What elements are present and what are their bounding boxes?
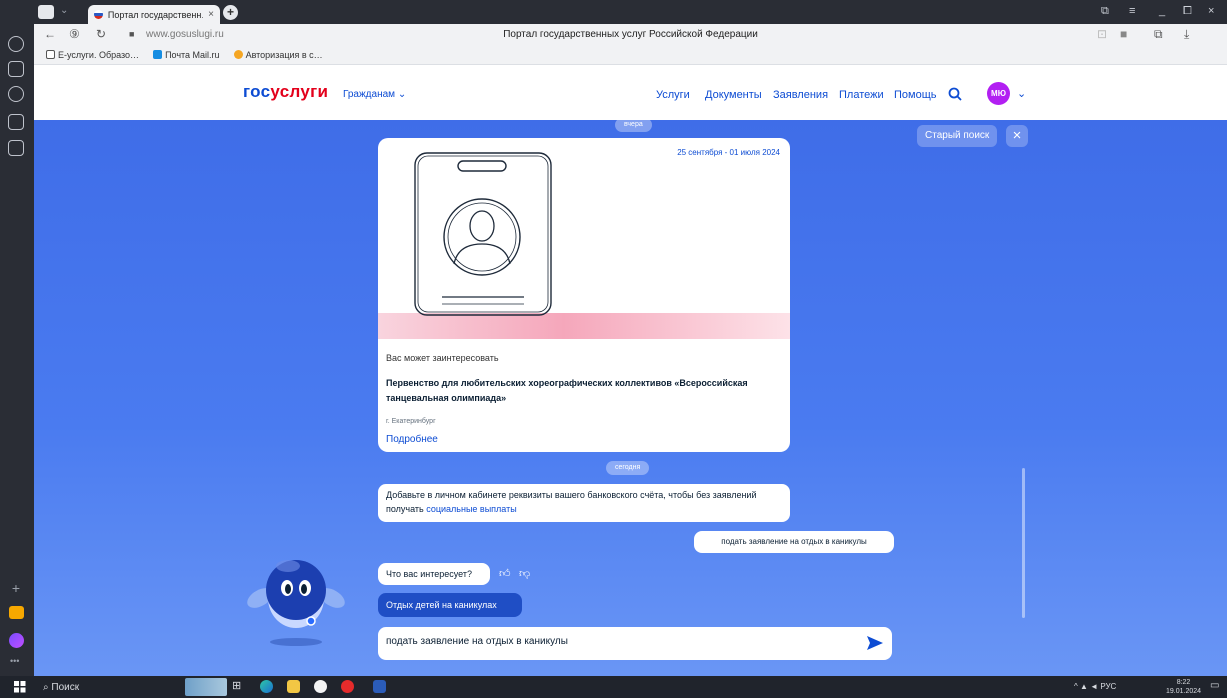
restore-icon[interactable]: ⧠ — [1183, 5, 1192, 18]
chevron-down-icon[interactable]: ⌄ — [1017, 87, 1026, 100]
thumbs-down-icon[interactable]: 👎︎ — [519, 567, 530, 580]
bookmark-item[interactable]: Е-услуги. Образо… — [46, 50, 139, 60]
alice-icon[interactable] — [9, 633, 24, 648]
bot-message-bank: Добавьте в личном кабинете реквизиты ваш… — [378, 484, 790, 522]
page-icon — [46, 50, 55, 59]
bookmark-item[interactable]: Авторизация в с… — [233, 50, 323, 60]
bookmark-item[interactable]: Почта Mail.ru — [153, 50, 220, 60]
close-window-icon[interactable]: × — [1208, 5, 1214, 17]
date-pill-today: сегодня — [606, 461, 650, 475]
tabs-menu-button[interactable] — [38, 5, 54, 19]
browser-sidebar: + ••• — [0, 0, 34, 676]
mail-icon — [153, 50, 163, 59]
avatar[interactable]: МЮ — [987, 82, 1010, 105]
download-icon[interactable]: ⤓ — [1184, 27, 1189, 42]
russia-flag-icon — [94, 10, 103, 19]
url-field[interactable]: www.gosuslugi.ru — [146, 29, 224, 40]
recommendation-card: 25 сентября - 01 июля 2024 Вас может заи… — [378, 138, 790, 452]
bot-question: Что вас интересует? — [378, 563, 490, 585]
network-icon[interactable]: ▲ — [1080, 682, 1088, 691]
send-icon[interactable] — [866, 635, 884, 651]
nav-documents[interactable]: Документы — [705, 89, 762, 101]
date-pill-yesterday: вчера — [615, 118, 652, 132]
card-more-link[interactable]: Подробнее — [386, 434, 438, 445]
minimize-icon[interactable]: _ — [1159, 5, 1165, 17]
mail-app-icon[interactable] — [9, 606, 24, 619]
language-indicator[interactable]: РУС — [1100, 682, 1116, 691]
more-icon[interactable]: ••• — [10, 656, 19, 666]
suggestion-chip[interactable]: Отдых детей на каникулах — [378, 593, 522, 617]
social-payments-link[interactable]: социальные выплаты — [426, 504, 516, 514]
chevron-down-icon: ⌄ — [397, 89, 407, 100]
card-title: Первенство для любительских хореографиче… — [386, 378, 748, 403]
close-chat-button[interactable]: × — [1006, 125, 1028, 147]
notes-icon[interactable] — [8, 114, 24, 130]
nav-services[interactable]: Услуги — [656, 89, 690, 101]
search-icon: ⌕ — [43, 682, 49, 693]
tabs-icon[interactable]: ⧉ — [1101, 5, 1109, 18]
explorer-icon[interactable] — [287, 680, 300, 693]
user-message: подать заявление на отдых в каникулы — [694, 531, 894, 553]
nav-help[interactable]: Помощь — [894, 89, 937, 101]
bookmark-icon[interactable]: ■ — [1120, 27, 1127, 41]
reload-icon[interactable]: ↻ — [96, 27, 106, 41]
word-icon[interactable] — [373, 680, 386, 693]
thumbs-up-icon[interactable]: 👍︎ — [499, 567, 511, 580]
windows-taskbar: ⌕ Поиск ⊞ ^ ▲ ◄ РУС 8:22 19.01.2024 ▭ — [0, 676, 1227, 698]
edge-icon[interactable] — [260, 680, 273, 693]
old-search-button[interactable]: Старый поиск — [917, 125, 998, 147]
address-bar: ← ⑨ ↻ ■ www.gosuslugi.ru Портал государс… — [34, 24, 1227, 45]
history-icon[interactable] — [8, 36, 24, 52]
tab-title: Портал государственн… — [107, 9, 204, 20]
yandex-browser-icon[interactable] — [314, 680, 327, 693]
browser-tab-strip: ⌄ Портал государственн… × + ⧉ ≡ _ ⧠ × — [0, 0, 1227, 24]
auth-icon — [233, 50, 243, 59]
yandex-icon[interactable] — [341, 680, 354, 693]
weather-widget-icon[interactable] — [185, 678, 227, 696]
windows-start-icon[interactable] — [14, 681, 26, 693]
bookmarks-bar: Е-услуги. Образо… Почта Mail.ru Авториза… — [34, 45, 1227, 65]
reader-icon[interactable]: ⊡ — [1097, 27, 1107, 41]
chevron-up-icon[interactable]: ^ — [1074, 682, 1078, 691]
task-view-icon[interactable]: ⊞ — [232, 679, 241, 692]
card-date-range: 25 сентября - 01 июля 2024 — [677, 148, 780, 157]
tab-dropdown-icon[interactable]: ⌄ — [60, 5, 68, 16]
close-tab-icon[interactable]: × — [208, 9, 214, 20]
citizens-menu[interactable]: Гражданам ⌄ — [343, 89, 406, 100]
chat-input[interactable] — [386, 636, 846, 647]
tab-gosuslugi[interactable]: Портал государственн… × — [88, 5, 220, 24]
system-tray: ^ ▲ ◄ РУС — [1074, 682, 1116, 691]
back-icon[interactable]: ← — [44, 27, 56, 41]
chat-area: вчера Старый поиск × 25 сентября - 01 ию… — [34, 118, 1227, 676]
chat-input-box — [378, 627, 892, 660]
robot-assistant-icon — [247, 560, 345, 646]
add-panel-icon[interactable]: + — [10, 581, 22, 595]
volume-icon[interactable]: ◄ — [1090, 682, 1098, 691]
chat-scrollbar[interactable] — [1022, 468, 1025, 618]
nav-applications[interactable]: Заявления — [773, 89, 828, 101]
screenshot-icon[interactable] — [8, 140, 24, 156]
site-header: госуслуги Гражданам ⌄ Услуги Документы З… — [34, 65, 1227, 120]
menu-icon[interactable]: ≡ — [1129, 5, 1135, 17]
taskbar-search[interactable]: ⌕ Поиск — [43, 680, 193, 695]
play-icon[interactable] — [8, 86, 24, 102]
search-icon[interactable] — [948, 87, 962, 101]
collections-icon[interactable] — [8, 61, 24, 77]
nav-payments[interactable]: Платежи — [839, 89, 884, 101]
notifications-icon[interactable]: ▭ — [1210, 680, 1219, 691]
extensions-icon[interactable]: ⧉ — [1154, 27, 1163, 42]
clock[interactable]: 8:22 19.01.2024 — [1166, 678, 1201, 696]
card-kicker: Вас может заинтересовать — [386, 353, 499, 363]
protect-icon[interactable]: ⑨ — [69, 27, 80, 41]
id-badge-illustration — [414, 152, 552, 316]
new-tab-button[interactable]: + — [223, 5, 238, 20]
card-city: г. Екатеринбург — [386, 418, 436, 425]
lock-icon: ■ — [129, 29, 135, 39]
gosuslugi-logo[interactable]: госуслуги — [243, 82, 328, 102]
